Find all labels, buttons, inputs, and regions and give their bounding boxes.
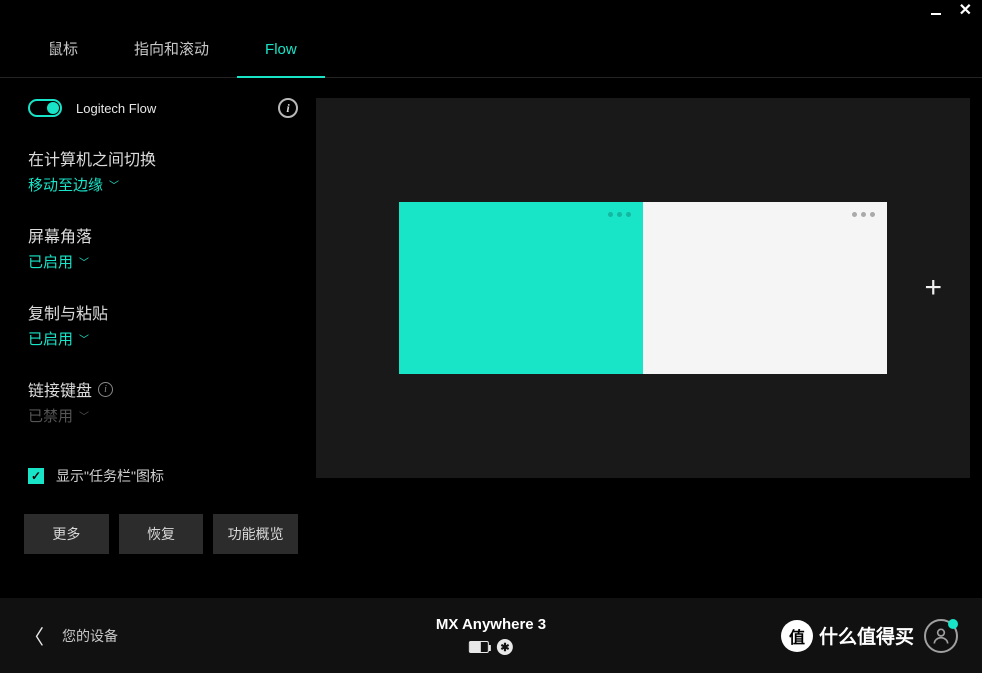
screen-2[interactable] (643, 202, 887, 374)
chevron-down-icon: ﹀ (79, 408, 89, 423)
screen-menu-icon[interactable] (608, 212, 631, 217)
setting-switch-title: 在计算机之间切换 (28, 146, 298, 170)
chevron-down-icon: ﹀ (79, 331, 89, 346)
setting-keyboard-value[interactable]: 已禁用 ﹀ (28, 405, 89, 426)
taskbar-checkbox[interactable]: ✓ (28, 468, 44, 484)
screen-menu-icon[interactable] (852, 212, 875, 217)
more-button[interactable]: 更多 (24, 514, 109, 554)
tab-bar: 鼠标 指向和滚动 Flow (0, 22, 982, 78)
flow-name-label: Logitech Flow (76, 101, 156, 116)
restore-button[interactable]: 恢复 (119, 514, 204, 554)
setting-keyboard-title: 链接键盘 i (28, 377, 298, 401)
watermark: 值 什么值得买 (781, 620, 914, 652)
flow-toggle[interactable] (28, 99, 62, 117)
screen-1[interactable] (399, 202, 643, 374)
setting-copypaste-value[interactable]: 已启用 ﹀ (28, 328, 89, 349)
setting-switch-value-text: 移动至边缘 (28, 174, 103, 195)
tab-mouse[interactable]: 鼠标 (20, 22, 106, 78)
connection-icon: ✱ (497, 639, 513, 655)
chevron-left-icon: 〈 (24, 621, 44, 650)
chevron-down-icon: ﹀ (109, 177, 119, 192)
info-icon[interactable]: i (278, 98, 298, 118)
info-icon[interactable]: i (98, 382, 113, 397)
setting-switch-value[interactable]: 移动至边缘 ﹀ (28, 174, 119, 195)
setting-copypaste-value-text: 已启用 (28, 328, 73, 349)
setting-corner-value[interactable]: 已启用 ﹀ (28, 251, 89, 272)
battery-icon (469, 641, 489, 653)
watermark-text: 什么值得买 (819, 622, 914, 649)
tab-point-scroll[interactable]: 指向和滚动 (106, 22, 237, 78)
back-to-devices[interactable]: 〈 您的设备 (24, 621, 118, 650)
notification-badge (948, 619, 958, 629)
overview-button[interactable]: 功能概览 (213, 514, 298, 554)
setting-corner-value-text: 已启用 (28, 251, 73, 272)
devices-label: 您的设备 (62, 626, 118, 646)
setting-copypaste-title: 复制与粘贴 (28, 300, 298, 324)
setting-keyboard-title-text: 链接键盘 (28, 377, 92, 401)
tab-flow[interactable]: Flow (237, 22, 325, 78)
taskbar-checkbox-label: 显示"任务栏"图标 (56, 466, 164, 486)
close-button[interactable]: ✕ (959, 3, 972, 19)
settings-sidebar: Logitech Flow i 在计算机之间切换 移动至边缘 ﹀ 屏幕角落 已启… (28, 98, 298, 554)
minimize-button[interactable] (931, 13, 941, 15)
flow-canvas: + (316, 98, 970, 478)
add-screen-button[interactable]: + (924, 271, 942, 305)
user-account-button[interactable] (924, 619, 958, 653)
watermark-badge: 值 (781, 620, 813, 652)
setting-keyboard-value-text: 已禁用 (28, 405, 73, 426)
setting-corner-title: 屏幕角落 (28, 223, 298, 247)
device-name: MX Anywhere 3 (436, 616, 546, 633)
chevron-down-icon: ﹀ (79, 254, 89, 269)
footer-bar: 〈 您的设备 MX Anywhere 3 ✱ 值 什么值得买 (0, 598, 982, 673)
